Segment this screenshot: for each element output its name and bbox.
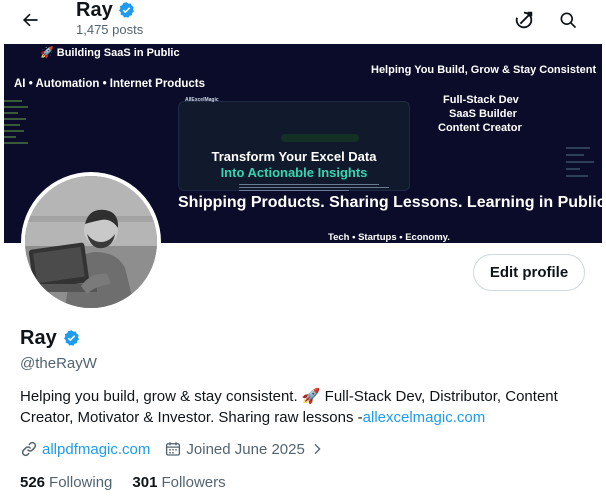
banner-role-creator: Content Creator	[438, 122, 522, 134]
banner-headline: Shipping Products. Sharing Lessons. Lear…	[178, 194, 602, 211]
banner-product-card: AllExcelMagic Transform Your Excel Data …	[178, 97, 410, 191]
calendar-icon	[166, 442, 181, 456]
joined-date[interactable]: Joined June 2025	[164, 440, 324, 458]
website-link[interactable]: allpdfmagic.com	[20, 440, 150, 458]
banner-code-decoration-right	[566, 142, 596, 192]
banner-card-logo: AllExcelMagic	[185, 97, 219, 103]
avatar[interactable]	[21, 172, 161, 312]
header-display-name: Ray	[76, 0, 113, 21]
followers-count: 301	[132, 474, 158, 491]
verified-badge-icon[interactable]	[62, 329, 81, 348]
banner-tagline-ai: AI • Automation • Internet Products	[14, 78, 205, 90]
profile-meta: allpdfmagic.com Joined June 2025	[20, 438, 325, 460]
back-button[interactable]	[12, 2, 48, 38]
banner-tagline-help: Helping You Build, Grow & Stay Consisten…	[371, 64, 597, 76]
search-button[interactable]	[550, 2, 586, 38]
chevron-right-icon	[314, 443, 321, 455]
following-count: 526	[20, 474, 46, 491]
profile-handle: @theRayW	[20, 355, 97, 372]
grok-button[interactable]	[506, 2, 542, 38]
grok-icon	[515, 11, 533, 29]
banner-role-fullstack: Full-Stack Dev	[443, 94, 519, 106]
website-text: allpdfmagic.com	[42, 440, 151, 458]
banner-tagline-saas: 🚀 Building SaaS in Public	[40, 47, 180, 59]
bio-link[interactable]: allexcelmagic.com	[363, 409, 486, 426]
banner-card-title: Transform Your Excel Data	[211, 149, 377, 164]
profile-name-row: Ray	[20, 327, 81, 350]
arrow-left-icon	[23, 13, 38, 27]
banner-card-description	[239, 182, 399, 191]
post-count: 1,475 posts	[76, 22, 144, 37]
link-icon	[21, 441, 37, 457]
joined-text: Joined June 2025	[186, 440, 305, 458]
profile-bio: Helping you build, grow & stay consisten…	[20, 386, 590, 428]
following-link[interactable]: 526 Following	[20, 474, 112, 491]
edit-profile-button[interactable]: Edit profile	[473, 254, 585, 291]
profile-header: Ray 1,475 posts	[0, 0, 606, 44]
following-label: Following	[49, 474, 113, 491]
verified-badge-icon	[118, 1, 134, 18]
followers-label: Followers	[161, 474, 226, 491]
banner-footer-tagline: Tech • Startups • Economy.	[328, 232, 450, 243]
banner-card-pill	[281, 134, 359, 142]
header-title: Ray	[76, 0, 136, 22]
followers-link[interactable]: 301 Followers	[132, 474, 225, 491]
follow-stats: 526 Following 301 Followers	[20, 474, 226, 491]
profile-display-name: Ray	[20, 327, 57, 349]
banner-role-saas: SaaS Builder	[449, 108, 517, 120]
search-icon	[560, 12, 577, 29]
avatar-photo	[25, 176, 157, 308]
banner-card-subtitle: Into Actionable Insights	[220, 165, 368, 180]
banner-code-decoration	[4, 96, 30, 166]
